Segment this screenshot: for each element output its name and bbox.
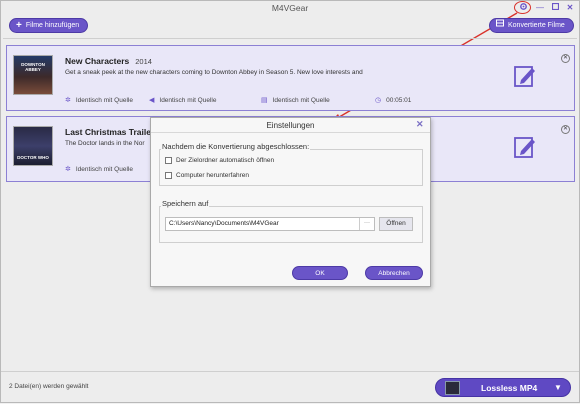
- dialog-close-icon[interactable]: ✕: [416, 119, 424, 130]
- subtitle-icon: ▤: [261, 97, 268, 104]
- movie-thumbnail: DOWNTON ABBEY: [13, 55, 53, 95]
- selection-status: 2 Datei(en) werden gewählt: [9, 383, 89, 390]
- converted-movies-button[interactable]: Konvertierte Filme: [489, 18, 574, 33]
- thumbnail-title: DOWNTON ABBEY: [21, 62, 45, 72]
- subtitle-setting[interactable]: ▤ Identisch mit Quelle: [261, 96, 330, 105]
- subtitle-setting-label: Identisch mit Quelle: [272, 96, 330, 104]
- after-conversion-title: Nachdem die Konvertierung abgeschlossen:: [161, 142, 311, 151]
- movie-thumbnail: DOCTOR WHO: [13, 126, 53, 166]
- remove-icon[interactable]: ✕: [561, 54, 570, 63]
- cancel-button[interactable]: Abbrechen: [365, 266, 423, 280]
- video-setting-label: Identisch mit Quelle: [75, 165, 133, 173]
- output-path-field[interactable]: C:\Users\Nancy\Documents\M4VGear: [165, 217, 375, 231]
- duration-value: 00:05:01: [386, 96, 412, 104]
- open-folder-option[interactable]: Der Zielordner automatisch öffnen: [165, 157, 274, 164]
- movie-description: Get a sneak peek at the new characters c…: [65, 69, 363, 76]
- plus-icon: +: [16, 19, 22, 31]
- movie-description: The Doctor lands in the Nor: [65, 140, 145, 147]
- video-setting-label: Identisch mit Quelle: [75, 96, 133, 104]
- edit-icon[interactable]: [514, 135, 536, 159]
- toolbar: + Filme hinzufügen Konvertierte Filme: [1, 15, 579, 37]
- converted-movies-label: Konvertierte Filme: [508, 22, 565, 29]
- ok-button[interactable]: OK: [292, 266, 348, 280]
- browse-dots-button[interactable]: ···: [359, 218, 374, 230]
- open-folder-label: Der Zielordner automatisch öffnen: [176, 157, 275, 164]
- audio-setting-label: Identisch mit Quelle: [159, 96, 217, 104]
- output-format-label: Lossless MP4: [481, 383, 538, 393]
- video-setting[interactable]: ✲ Identisch mit Quelle: [65, 165, 133, 174]
- film-icon: [496, 18, 504, 33]
- save-location-title: Speichern auf: [161, 199, 210, 208]
- chevron-down-icon: ▼: [554, 383, 562, 392]
- shutdown-option[interactable]: Computer herunterfahren: [165, 172, 249, 179]
- clock-icon: ◷: [375, 97, 382, 104]
- after-conversion-group: Nachdem die Konvertierung abgeschlossen:…: [159, 142, 423, 186]
- video-settings-icon: ✲: [65, 166, 71, 173]
- dialog-title: Einstellungen: [151, 118, 430, 133]
- video-setting[interactable]: ✲ Identisch mit Quelle: [65, 96, 133, 105]
- output-format-button[interactable]: Lossless MP4 ▼: [435, 378, 571, 397]
- toolbar-divider: [3, 38, 577, 39]
- remove-icon[interactable]: ✕: [561, 125, 570, 134]
- film-icon: [445, 381, 460, 395]
- audio-icon: ◀: [149, 97, 155, 104]
- app-window: M4VGear — ✕ + Filme hinzufügen Konvertie…: [0, 0, 580, 403]
- open-folder-checkbox[interactable]: [165, 157, 172, 164]
- movie-title: New Characters 2014: [65, 56, 152, 66]
- save-location-group: Speichern auf C:\Users\Nancy\Documents\M…: [159, 199, 423, 243]
- settings-dialog: Einstellungen ✕ Nachdem die Konvertierun…: [150, 117, 431, 287]
- open-folder-button[interactable]: Öffnen: [379, 217, 413, 231]
- thumbnail-title: DOCTOR WHO: [17, 155, 49, 160]
- shutdown-checkbox[interactable]: [165, 172, 172, 179]
- footer: 2 Datei(en) werden gewählt Lossless MP4 …: [1, 371, 579, 402]
- audio-setting[interactable]: ◀ Identisch mit Quelle: [149, 96, 217, 105]
- add-movies-button[interactable]: + Filme hinzufügen: [9, 18, 89, 33]
- video-settings-icon: ✲: [65, 97, 71, 104]
- edit-icon[interactable]: [514, 64, 536, 88]
- movie-title-text: New Characters: [65, 56, 130, 66]
- movie-card[interactable]: DOWNTON ABBEY New Characters 2014 Get a s…: [6, 45, 575, 111]
- movie-title: Last Christmas Trailer: [65, 127, 154, 137]
- movie-year: 2014: [135, 57, 152, 66]
- movie-title-text: Last Christmas Trailer: [65, 127, 155, 137]
- duration: ◷ 00:05:01: [375, 96, 412, 105]
- add-movies-label: Filme hinzufügen: [25, 22, 80, 29]
- shutdown-label: Computer herunterfahren: [176, 172, 249, 179]
